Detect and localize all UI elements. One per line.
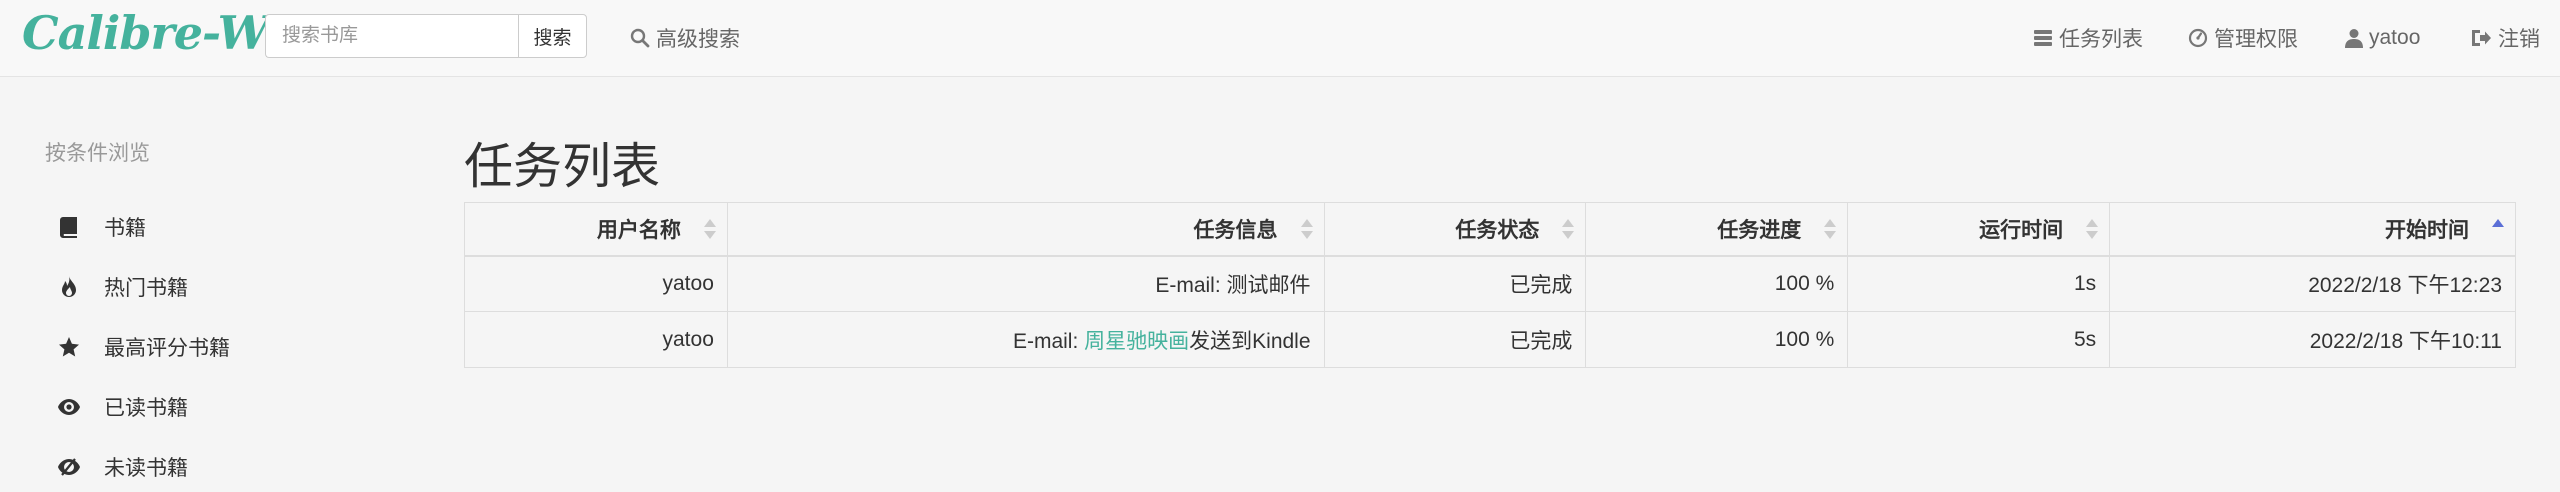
admin-link[interactable]: 管理权限 [2188,22,2298,54]
sidebar-item-hot-books[interactable]: 热门书籍 [58,270,188,304]
cell-progress: 100 % [1585,255,1849,312]
sort-icon [2086,219,2099,239]
logout-link[interactable]: 注销 [2470,22,2540,54]
search-input[interactable] [265,14,518,58]
dashboard-icon [2188,28,2208,48]
cell-info: E-mail: 测试邮件 [726,255,1325,312]
sidebar-item-top-rated[interactable]: 最高评分书籍 [58,330,230,364]
cell-info: E-mail: 周星驰映画发送到Kindle [726,311,1325,368]
task-table-container: 用户名称 任务信息 任务状态 任务进度 运行时间 开始时间 yatoo E-ma… [464,202,2516,368]
star-icon [58,336,80,358]
user-profile-link[interactable]: yatoo [2345,22,2420,54]
top-navbar: Calibre-Web 搜索 高级搜索 任务列表 管理权限 yatoo 注销 [0,0,2560,77]
sidebar-item-books[interactable]: 书籍 [58,210,146,244]
column-header-progress[interactable]: 任务进度 [1585,202,1849,257]
column-header-status[interactable]: 任务状态 [1323,202,1587,257]
sort-icon [703,219,716,239]
sort-icon [1824,219,1837,239]
column-header-user[interactable]: 用户名称 [464,202,728,257]
sidebar-title: 按条件浏览 [45,142,150,165]
cell-start-time: 2022/2/18 下午12:23 [2109,255,2516,312]
cell-runtime: 1s [1847,255,2111,312]
cell-status: 已完成 [1323,311,1587,368]
tasks-icon [2034,30,2052,46]
sidebar-item-label: 已读书籍 [104,397,188,420]
task-table: 用户名称 任务信息 任务状态 任务进度 运行时间 开始时间 yatoo E-ma… [464,202,2516,368]
table-row: yatoo E-mail: 测试邮件 已完成 100 % 1s 2022/2/1… [464,255,2516,312]
column-header-start-time[interactable]: 开始时间 [2109,202,2516,257]
user-icon [2345,29,2363,48]
eye-icon [58,396,80,418]
column-header-runtime[interactable]: 运行时间 [1847,202,2111,257]
search-icon [630,28,650,48]
cell-start-time: 2022/2/18 下午10:11 [2109,311,2516,368]
column-header-info[interactable]: 任务信息 [726,202,1325,257]
advanced-search-link[interactable]: 高级搜索 [630,22,740,54]
sidebar-item-label: 热门书籍 [104,277,188,300]
eye-slash-icon [58,456,80,478]
logout-icon [2472,30,2491,46]
sidebar-item-label: 最高评分书籍 [104,337,230,360]
sidebar-item-unread-books[interactable]: 未读书籍 [58,450,188,484]
logout-label: 注销 [2498,28,2540,51]
sidebar-item-label: 未读书籍 [104,457,188,480]
book-icon [58,216,80,238]
table-header-row: 用户名称 任务信息 任务状态 任务进度 运行时间 开始时间 [464,202,2516,257]
search-button[interactable]: 搜索 [518,14,587,58]
sort-icon [1300,219,1313,239]
cell-user: yatoo [464,311,728,368]
page-title: 任务列表 [464,140,661,194]
advanced-search-label: 高级搜索 [656,28,740,51]
sort-asc-icon [2492,219,2504,227]
sidebar-item-read-books[interactable]: 已读书籍 [58,390,188,424]
fire-icon [58,276,80,298]
book-link[interactable]: 周星驰映画 [1084,330,1189,353]
admin-label: 管理权限 [2214,28,2298,51]
user-label: yatoo [2369,26,2421,49]
sidebar-item-label: 书籍 [104,217,146,240]
sort-icon [1562,219,1575,239]
cell-user: yatoo [464,255,728,312]
table-row: yatoo E-mail: 周星驰映画发送到Kindle 已完成 100 % 5… [464,311,2516,368]
cell-status: 已完成 [1323,255,1587,312]
cell-progress: 100 % [1585,311,1849,368]
task-list-link[interactable]: 任务列表 [2033,22,2143,54]
task-list-label: 任务列表 [2059,28,2143,51]
cell-runtime: 5s [1847,311,2111,368]
search-form: 搜索 [265,14,587,58]
